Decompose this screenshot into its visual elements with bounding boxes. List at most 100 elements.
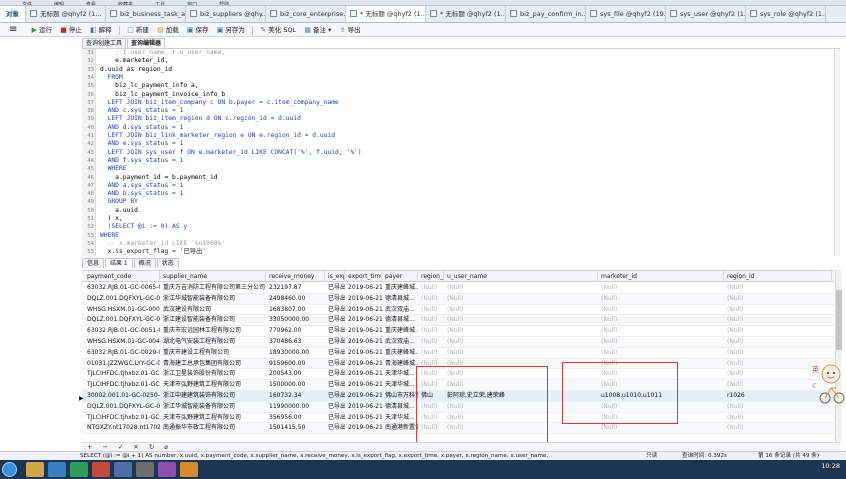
table-cell[interactable]: (Null) — [724, 348, 832, 359]
table-cell[interactable]: DQLZ.001.DQFXYL-GC-00 — [84, 402, 160, 413]
table-cell[interactable]: (Null) — [598, 359, 724, 370]
column-header[interactable]: marketer_id — [598, 271, 724, 282]
taskbar-app-icon[interactable] — [26, 462, 44, 477]
table-cell[interactable]: 770962.00 — [266, 326, 325, 337]
table-cell[interactable]: 2019-06-21 — [345, 337, 382, 348]
table-cell[interactable]: 已导出 — [325, 305, 345, 316]
table-cell[interactable]: 已导出 — [325, 369, 345, 380]
table-row[interactable]: TJLCIHFDC.tjhxbz.01-GC- 浙江卫星装饰股份有限公司 20054… — [82, 369, 834, 381]
table-row[interactable]: DQLZ.001.DQFXYL-GC-00 浙江建设智能装备有限公司 3305000… — [82, 315, 834, 327]
table-cell[interactable]: 重庆建峰城... — [382, 326, 418, 337]
result-tab[interactable]: 结果 1 — [105, 258, 133, 268]
table-cell[interactable]: 63032.RJB.01-GC-0051-0C — [84, 326, 160, 337]
table-cell[interactable]: 已导出 — [325, 391, 345, 402]
table-cell[interactable]: 200543.00 — [266, 369, 325, 380]
save-button[interactable]: ▣ 保存 — [184, 23, 212, 37]
table-cell[interactable]: (Null) — [724, 423, 832, 434]
table-cell[interactable]: 天津华城... — [382, 369, 418, 380]
table-row[interactable]: 63032.RJB.01-GC-0051-0C 重庆市宏远园林工程有限公司 7709… — [82, 326, 834, 337]
table-cell[interactable]: 2019-06-21 — [345, 413, 382, 424]
table-cell[interactable]: 重庆建峰城... — [382, 283, 418, 294]
table-cell[interactable]: 南通港新置业... — [382, 423, 418, 434]
sql-editor[interactable]: 31 , t.user_name, r.u_user_name, 32 e.mar… — [82, 48, 840, 256]
table-cell[interactable]: NTGXZY.nt17028.nt17028 — [84, 423, 160, 434]
table-cell[interactable]: 已导出 — [325, 294, 345, 305]
table-cell[interactable]: 重庆市建设工程有限公司 — [160, 348, 266, 359]
table-cell[interactable]: 天津市弘野建筑工程有限公司 — [160, 380, 266, 391]
result-tab[interactable]: 概况 — [133, 258, 156, 268]
table-cell[interactable]: (Null) — [444, 337, 598, 348]
save-as-button[interactable]: ▣ 另存为 — [214, 23, 248, 37]
table-cell[interactable]: 01031.JZZWGC.LYY-GC-0C — [84, 359, 160, 370]
table-row[interactable]: 01031.JZZWGC.LYY-GC-0C 青海建工总承包集团有限公司 91596… — [82, 358, 834, 370]
table-cell[interactable]: 2019-06-21 — [345, 305, 382, 316]
table-cell[interactable]: 浙江中建建筑装饰有限公司 — [160, 391, 266, 402]
table-cell[interactable]: (Null) — [598, 283, 724, 294]
table-cell[interactable]: (Null) — [418, 348, 444, 359]
taskbar-app-icon[interactable] — [92, 462, 110, 477]
taskbar-app-icon[interactable] — [158, 462, 176, 477]
table-row[interactable]: WHSG.HSXM.01-GC-0046 湖北电气安装工程有限公司 370486.6… — [82, 337, 834, 348]
table-cell[interactable]: 370486.63 — [266, 337, 325, 348]
table-cell[interactable]: (Null) — [598, 315, 724, 326]
table-row[interactable]: DQLZ.001.DQFXYL-GC-00 浙江华城智能装备有限公司 1199000… — [82, 401, 834, 413]
table-cell[interactable]: (Null) — [418, 305, 444, 316]
table-cell[interactable]: (Null) — [444, 423, 598, 434]
document-tab[interactable]: sys_role @qhyf2 (1... — [746, 6, 826, 22]
table-cell[interactable]: (Null) — [598, 402, 724, 413]
table-cell[interactable]: 已导出 — [325, 348, 345, 359]
table-cell[interactable]: (Null) — [444, 413, 598, 424]
column-header[interactable]: payment_code — [84, 271, 160, 282]
table-cell[interactable]: 青海建峰城... — [382, 359, 418, 370]
table-cell[interactable]: 彭阿琼,史立荣,唐荣峰 — [444, 391, 598, 402]
mascot-widget-icon[interactable]: 英 ☾ — [812, 360, 846, 408]
table-cell[interactable]: 已导出 — [325, 283, 345, 294]
table-cell[interactable]: (Null) — [444, 402, 598, 413]
table-cell[interactable]: 30002.001.01-GC-0250-0C — [84, 391, 160, 402]
table-cell[interactable]: 1501415.50 — [266, 423, 325, 434]
table-cell[interactable]: 佛山市万科置... — [382, 391, 418, 402]
table-cell[interactable]: (Null) — [418, 337, 444, 348]
table-cell[interactable]: 2019-06-21 — [345, 369, 382, 380]
table-cell[interactable]: 湖北电气安装工程有限公司 — [160, 337, 266, 348]
table-cell[interactable]: 63032.RJB.01-GC-0065-0C — [84, 283, 160, 294]
table-cell[interactable]: 232197.87 — [266, 283, 325, 294]
table-cell[interactable]: (Null) — [444, 315, 598, 326]
table-cell[interactable]: WHSG.HSXM.01-GC-0046 — [84, 337, 160, 348]
table-cell[interactable]: 佛山 — [418, 391, 444, 402]
table-cell[interactable]: 356956.00 — [266, 413, 325, 424]
document-tab[interactable]: biz_business_task_a... — [106, 6, 186, 22]
table-cell[interactable]: 2019-06-21 — [345, 391, 382, 402]
table-cell[interactable]: 1683807.00 — [266, 305, 325, 316]
table-cell[interactable]: 已导出 — [325, 423, 345, 434]
taskbar-app-icon[interactable] — [70, 462, 88, 477]
table-cell[interactable]: (Null) — [724, 294, 832, 305]
table-row[interactable]: NTGXZY.nt17028.nt17028 南通振华市政工程有限公司 150141… — [82, 423, 834, 435]
result-tab[interactable]: 状态 — [156, 258, 179, 268]
column-header[interactable]: supplier_name — [160, 271, 266, 282]
table-cell[interactable]: 天津华城... — [382, 380, 418, 391]
table-cell[interactable]: (Null) — [444, 380, 598, 391]
table-cell[interactable]: (Null) — [444, 348, 598, 359]
column-header[interactable]: export_time — [345, 271, 382, 282]
table-cell[interactable]: (Null) — [598, 305, 724, 316]
document-tab[interactable]: 无标题 @qhyf2 (1... — [26, 6, 106, 22]
table-cell[interactable]: 武汉建设有限公司 — [160, 305, 266, 316]
column-header[interactable]: region_ — [418, 271, 444, 282]
table-cell[interactable]: TJLCIHFDC.tjhxbz.01-GC- — [84, 413, 160, 424]
table-cell[interactable]: 已导出 — [325, 326, 345, 337]
column-header[interactable]: receive_money — [266, 271, 325, 282]
table-cell[interactable]: 33050000.00 — [266, 315, 325, 326]
new-button[interactable]: □ 新建 — [124, 23, 152, 37]
table-row[interactable]: 30002.001.01-GC-0250-0C 浙江中建建筑装饰有限公司 16073… — [82, 391, 834, 402]
table-cell[interactable]: DQLZ.001.DQFXYL-GC-00 — [84, 315, 160, 326]
column-header[interactable]: is_expc — [325, 271, 345, 282]
table-row[interactable]: WHSG.HSXM.01-GC-0003 武汉建设有限公司 1683807.00 已导… — [82, 305, 834, 316]
document-tab[interactable]: sys_file @qhyf2 (19... — [586, 6, 666, 22]
table-cell[interactable]: 已导出 — [325, 402, 345, 413]
table-cell[interactable]: 武汉双庙... — [382, 337, 418, 348]
table-cell[interactable]: 2019-06-21 — [345, 283, 382, 294]
table-cell[interactable]: 天津华城... — [382, 413, 418, 424]
column-header[interactable]: u_user_name — [444, 271, 598, 282]
table-cell[interactable]: 2498460.00 — [266, 294, 325, 305]
